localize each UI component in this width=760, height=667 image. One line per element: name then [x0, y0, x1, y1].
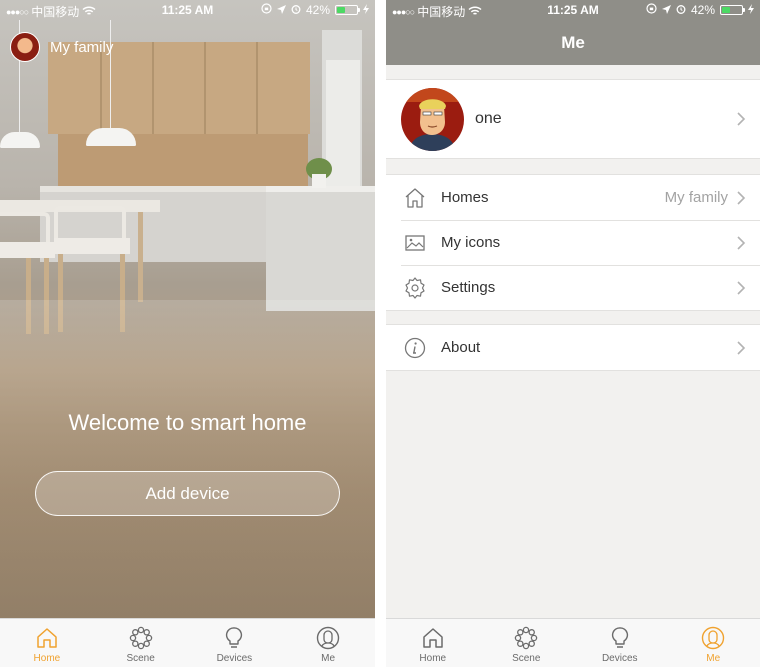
image-icon	[405, 234, 425, 251]
status-bar: ●●●○○ 中国移动 11:25 AM 42%	[386, 0, 760, 20]
about-row[interactable]: About	[386, 325, 760, 370]
row-label: My icons	[441, 234, 501, 251]
charging-icon	[748, 3, 754, 17]
location-icon	[276, 3, 286, 17]
tab-label: Home	[33, 653, 61, 664]
tab-devices[interactable]: Devices	[188, 619, 282, 667]
scene-icon	[515, 626, 538, 650]
battery-level	[722, 7, 730, 13]
home-screen: ●●●○○ 中国移动 11:25 AM 42% My family Welcom…	[0, 0, 375, 667]
battery-percent: 42%	[690, 3, 715, 17]
screen-divider	[375, 0, 386, 667]
rotation-lock-icon	[261, 3, 272, 17]
chevron-right-icon	[737, 340, 746, 355]
person-icon	[702, 626, 725, 650]
kitchen-background-image	[0, 0, 375, 618]
row-value: My family	[664, 189, 728, 206]
tab-home[interactable]: Home	[0, 619, 94, 667]
cabinet-divider	[256, 42, 258, 134]
alarm-icon	[676, 3, 686, 17]
row-label: Settings	[441, 279, 496, 296]
tab-label: Me	[706, 653, 721, 664]
row-label: About	[441, 339, 481, 356]
floor	[0, 300, 375, 618]
charging-icon	[363, 3, 369, 17]
tab-label: Devices	[216, 653, 253, 664]
tab-label: Home	[419, 653, 447, 664]
avatar	[401, 87, 464, 151]
table-leg	[138, 212, 143, 302]
scene-icon	[129, 626, 152, 650]
tab-scene[interactable]: Scene	[94, 619, 188, 667]
row-label: Homes	[441, 189, 489, 206]
battery-percent: 42%	[305, 3, 330, 17]
add-device-button[interactable]: Add device	[35, 471, 340, 516]
bulb-icon	[611, 627, 628, 648]
tab-bar: Home Scene Devices Me	[386, 618, 760, 667]
tab-me[interactable]: Me	[281, 619, 375, 667]
cabinet-divider	[204, 42, 206, 134]
settings-group: Homes My family My icons Settings	[386, 174, 760, 311]
alarm-icon	[291, 3, 301, 17]
username: one	[475, 110, 502, 127]
kitchen-island	[266, 186, 375, 311]
status-bar: ●●●○○ 中国移动 11:25 AM 42%	[0, 0, 375, 20]
tab-label: Devices	[601, 653, 638, 664]
family-switcher[interactable]: My family	[10, 32, 113, 62]
chair-seat	[0, 242, 55, 258]
tab-me[interactable]: Me	[667, 619, 760, 667]
chevron-right-icon	[737, 112, 746, 126]
family-name: My family	[50, 38, 114, 56]
tab-label: Scene	[126, 653, 155, 664]
tab-label: Me	[321, 653, 336, 664]
bulb-icon	[226, 627, 243, 648]
chevron-right-icon	[737, 235, 746, 250]
tab-label: Scene	[512, 653, 541, 664]
gear-icon	[405, 276, 425, 299]
house-icon	[405, 187, 425, 208]
chair-seat	[54, 238, 130, 254]
cabinet-divider	[152, 42, 154, 134]
tab-home[interactable]: Home	[386, 619, 480, 667]
welcome-message: Welcome to smart home	[68, 410, 307, 435]
avatar	[10, 32, 40, 62]
battery-icon	[335, 5, 360, 15]
pendant-lamp	[86, 128, 136, 146]
person-icon	[316, 626, 340, 650]
chair-back	[54, 206, 126, 240]
home-icon	[423, 628, 443, 648]
pendant-lamp	[0, 132, 40, 148]
me-screen: ●●●○○ 中国移动 11:25 AM 42% Me one Homes My …	[386, 0, 760, 667]
rotation-lock-icon	[646, 3, 657, 17]
tab-scene[interactable]: Scene	[480, 619, 574, 667]
home-icon	[37, 628, 57, 648]
tab-bar: Home Scene Devices Me	[0, 618, 375, 667]
profile-row[interactable]: one	[386, 79, 760, 159]
chevron-right-icon	[737, 190, 746, 205]
homes-row[interactable]: Homes My family	[386, 175, 760, 220]
battery-level	[337, 7, 345, 13]
page-title: Me	[386, 20, 760, 65]
chevron-right-icon	[737, 280, 746, 295]
tab-devices[interactable]: Devices	[573, 619, 667, 667]
my-icons-row[interactable]: My icons	[386, 220, 760, 265]
info-icon	[404, 337, 426, 358]
battery-icon	[720, 5, 745, 15]
settings-row[interactable]: Settings	[386, 265, 760, 310]
about-group: About	[386, 324, 760, 371]
chair-back	[0, 212, 50, 244]
plant-pot	[312, 174, 326, 188]
location-icon	[661, 3, 671, 17]
